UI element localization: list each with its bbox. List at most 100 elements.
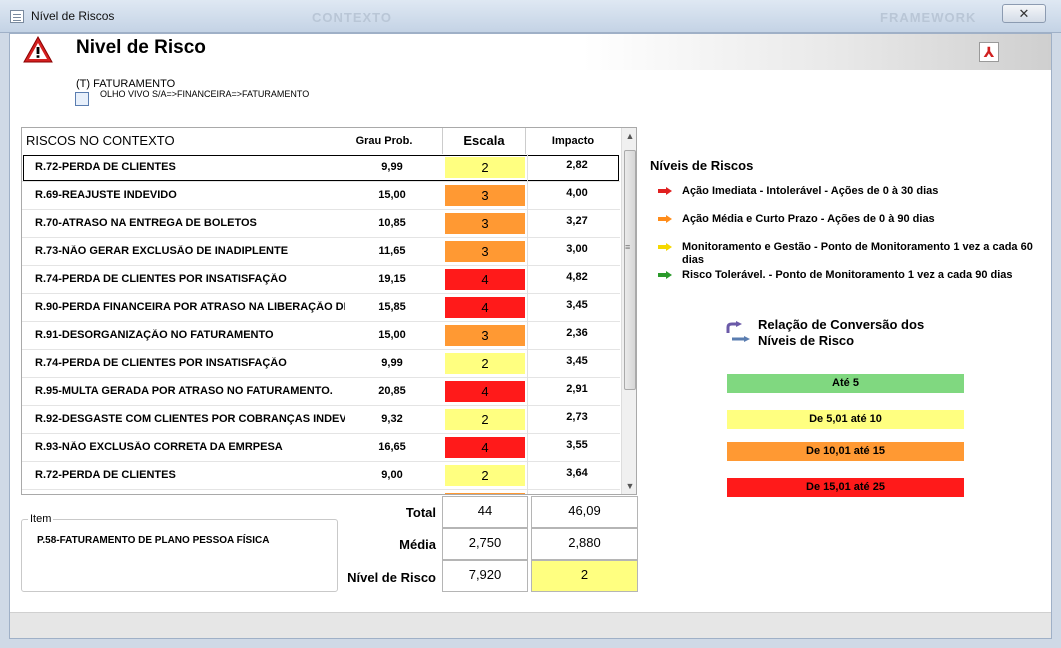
- scroll-grip-icon: ≡: [625, 242, 631, 252]
- scroll-thumb[interactable]: [624, 150, 636, 390]
- conversion-band: De 15,01 até 25: [727, 478, 964, 497]
- risk-name: R.93-NÃO EXCLUSÃO CORRETA DA EMRPESA: [35, 441, 283, 453]
- item-groupbox: Item P.58-FATURAMENTO DE PLANO PESSOA FÍ…: [21, 513, 338, 592]
- table-row[interactable]: R.92-DESGASTE COM CLIENTES POR COBRANÇAS…: [22, 406, 620, 434]
- total-impacto: 46,09: [531, 496, 638, 528]
- scroll-up-icon[interactable]: ▲: [622, 128, 636, 144]
- impacto-value: 2,82: [566, 159, 588, 171]
- window-title: Nível de Riscos: [31, 9, 115, 23]
- background-tab-label: FRAMEWORK: [880, 10, 977, 25]
- column-divider: [527, 462, 528, 490]
- grau-prob-value: 10,85: [378, 217, 406, 229]
- escala-value: 3: [445, 185, 525, 206]
- grau-prob-value: 20,85: [378, 385, 406, 397]
- column-divider: [527, 294, 528, 322]
- risk-name: R.74-PERDA DE CLIENTES POR INSATISFAÇÃO: [35, 357, 287, 369]
- risk-name: R.91-DESORGANIZAÇÃO NO FATURAMENTO: [35, 329, 274, 341]
- conversion-band: De 5,01 até 10: [727, 410, 964, 429]
- column-header-escala[interactable]: Escala: [442, 128, 526, 154]
- column-header-grau-prob[interactable]: Grau Prob.: [352, 128, 416, 154]
- table-row[interactable]: R.74-PERDA DE CLIENTES POR INSATISFAÇÃO 1…: [22, 266, 620, 294]
- level-text: Ação Imediata - Intolerável - Ações de 0…: [682, 185, 939, 197]
- impacto-value: 3,27: [566, 215, 588, 227]
- risk-name: R.69-REAJUSTE INDEVIDO: [35, 189, 177, 201]
- table-row[interactable]: R.91-DESORGANIZAÇÃO NO FATURAMENTO 15,00 3…: [22, 322, 620, 350]
- grid-vertical-scrollbar[interactable]: ▲ ≡ ▼: [621, 128, 636, 494]
- table-row[interactable]: R.95-MULTA GERADA POR ATRASO NO FATURAME…: [22, 378, 620, 406]
- escala-value: 2: [445, 465, 525, 486]
- conversion-band: De 10,01 até 15: [727, 442, 964, 461]
- column-divider: [527, 238, 528, 266]
- escala-value: 4: [445, 269, 525, 290]
- escala-value: 4: [445, 437, 525, 458]
- escala-value: [445, 493, 525, 494]
- total-label: Total: [405, 505, 436, 520]
- conversion-title-line2: Níveis de Risco: [758, 333, 855, 348]
- level-text: Ação Média e Curto Prazo - Ações de 0 à …: [682, 213, 935, 225]
- grau-prob-value: 15,00: [378, 189, 406, 201]
- table-row[interactable]: R.72-PERDA DE CLIENTES 9,99 2 2,82: [22, 154, 620, 182]
- total-escala: 44: [442, 496, 528, 528]
- page-title: Nivel de Risco: [76, 37, 206, 58]
- risk-name: R.95-MULTA GERADA POR ATRASO NO FATURAME…: [35, 385, 333, 397]
- grau-prob-value: 9,99: [381, 161, 403, 173]
- table-row[interactable]: R.90-PERDA FINANCEIRA POR ATRASO NA LIBE…: [22, 294, 620, 322]
- warning-triangle-icon: [23, 36, 53, 63]
- media-impacto: 2,880: [531, 528, 638, 560]
- risk-name: R.74-PERDA DE CLIENTES POR INSATISFAÇÃO: [35, 273, 287, 285]
- column-divider: [527, 322, 528, 350]
- column-divider: [527, 490, 528, 494]
- escala-value: 3: [445, 213, 525, 234]
- level-arrow-icon: [658, 271, 672, 279]
- table-row[interactable]: R.74-PERDA DE CLIENTES POR INSATISFAÇÃO 9…: [22, 350, 620, 378]
- grau-prob-value: 11,65: [378, 245, 406, 257]
- column-header-riscos[interactable]: RISCOS NO CONTEXTO: [26, 128, 175, 154]
- grau-prob-value: 19,15: [378, 273, 406, 285]
- table-row[interactable]: R.72-PERDA DE CLIENTES 9,00 2 3,64: [22, 462, 620, 490]
- risk-name: R.72-PERDA DE CLIENTES: [35, 161, 176, 173]
- grau-prob-value: 9,99: [381, 357, 403, 369]
- close-button[interactable]: ✕: [1002, 4, 1046, 23]
- pdf-export-icon[interactable]: ⅄: [979, 42, 999, 62]
- risk-grid: RISCOS NO CONTEXTO Grau Prob. Escala Imp…: [21, 127, 637, 495]
- nivel-risco-escala: 7,920: [442, 560, 528, 592]
- table-row[interactable]: R.70-ATRASO NA ENTREGA DE BOLETOS 10,85 3 3…: [22, 210, 620, 238]
- context-document-icon: [75, 92, 89, 106]
- nivel-risco-label: Nível de Risco: [347, 570, 436, 585]
- escala-value: 3: [445, 325, 525, 346]
- table-row[interactable]: R.73-NÃO GERAR EXCLUSÃO DE INADIPLENTE 11…: [22, 238, 620, 266]
- risk-name: R.73-NÃO GERAR EXCLUSÃO DE INADIPLENTE: [35, 245, 289, 257]
- table-row[interactable]: R.69-REAJUSTE INDEVIDO 15,00 3 4,00: [22, 182, 620, 210]
- column-divider: [527, 434, 528, 462]
- scroll-down-icon[interactable]: ▼: [622, 478, 636, 494]
- level-arrow-icon: [658, 187, 672, 195]
- column-divider: [527, 406, 528, 434]
- impacto-value: 2,36: [566, 327, 588, 339]
- level-arrow-icon: [658, 243, 672, 251]
- impacto-value: 3,45: [566, 355, 588, 367]
- footer-bar: [10, 612, 1051, 638]
- impacto-value: 4,82: [566, 271, 588, 283]
- dialog-client-area: Nivel de Risco ⅄ (T) FATURAMENTO OLHO VI…: [9, 33, 1052, 639]
- table-row[interactable]: R.93-NÃO EXCLUSÃO CORRETA DA EMRPESA 16,6…: [22, 434, 620, 462]
- impacto-value: 3,55: [566, 439, 588, 451]
- column-divider: [527, 210, 528, 238]
- media-escala: 2,750: [442, 528, 528, 560]
- media-label: Média: [399, 537, 436, 552]
- column-header-impacto[interactable]: Impacto: [526, 128, 620, 154]
- table-row[interactable]: [22, 490, 620, 494]
- grid-rows: R.72-PERDA DE CLIENTES 9,99 2 2,82 R.69-REAJ…: [22, 154, 620, 494]
- impacto-value: 2,91: [566, 383, 588, 395]
- conversion-arrows-icon: [726, 321, 750, 342]
- grau-prob-value: 15,85: [378, 301, 406, 313]
- impacto-value: 3,64: [566, 467, 588, 479]
- escala-value: 2: [445, 157, 525, 178]
- conversion-title-line1: Relação de Conversão dos: [758, 317, 925, 332]
- escala-value: 2: [445, 353, 525, 374]
- risk-name: R.90-PERDA FINANCEIRA POR ATRASO NA LIBE…: [35, 301, 345, 313]
- risk-name: R.92-DESGASTE COM CLIENTES POR COBRANÇAS…: [35, 413, 345, 425]
- levels-title: Níveis de Riscos: [650, 158, 754, 173]
- app-window-icon: [10, 10, 24, 23]
- grau-prob-value: 15,00: [378, 329, 406, 341]
- item-value: P.58-FATURAMENTO DE PLANO PESSOA FÍSICA: [37, 535, 270, 546]
